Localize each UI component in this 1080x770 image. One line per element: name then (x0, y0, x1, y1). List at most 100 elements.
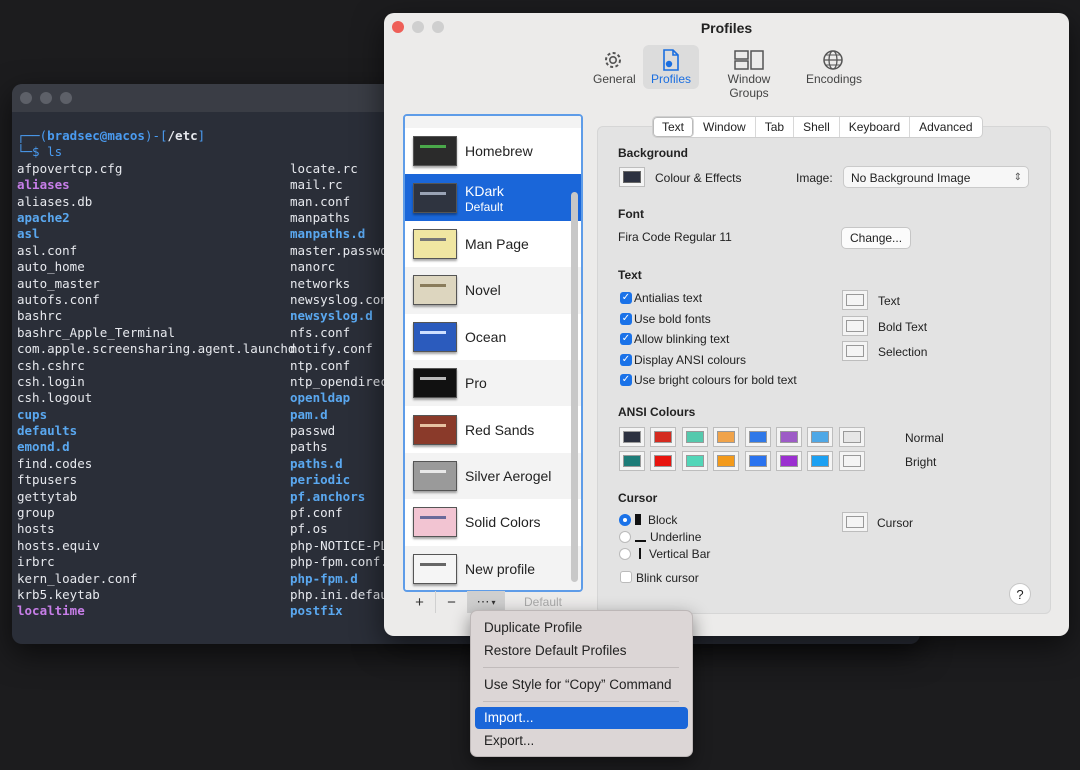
gear-icon (593, 48, 633, 72)
text-colour-well[interactable] (842, 290, 868, 310)
tab-advanced[interactable]: Advanced (910, 117, 981, 137)
menu-item-use-style-for-copy[interactable]: Use Style for “Copy” Command (475, 674, 688, 696)
directory-entry: pf.anchors (290, 488, 366, 504)
cursor-vertical-bar-radio[interactable] (619, 548, 631, 560)
remove-profile-button[interactable]: − (436, 591, 468, 613)
file-entry: locate.rc (290, 160, 358, 176)
zoom-button[interactable] (60, 92, 72, 104)
toolbar-encodings[interactable]: Encodings (800, 45, 866, 89)
checkbox-use-bold-fonts[interactable]: ✓ (620, 312, 632, 325)
directory-entry: manpaths.d (290, 226, 366, 242)
file-entry: group (17, 505, 55, 521)
colour-well-label: Selection (878, 345, 928, 360)
file-entry: com.apple.screensharing.agent.launchd (17, 341, 296, 357)
ansi-normal-colour-6[interactable] (807, 427, 834, 447)
directory-entry: apache2 (17, 209, 70, 225)
directory-entry: pam.d (290, 406, 328, 422)
profile-list[interactable]: Homebrew KDark Default Man Page Novel Ocean Pr… (403, 114, 583, 592)
profile-actions-menu: Duplicate Profile Restore Default Profil… (470, 610, 693, 757)
file-entry: auto_home (17, 259, 85, 275)
ansi-bright-colour-3[interactable] (713, 451, 740, 471)
ansi-bright-colour-5[interactable] (776, 451, 802, 471)
file-entry: krb5.keytab (17, 586, 100, 602)
toolbar-general[interactable]: General (587, 45, 639, 89)
background-colour-well[interactable] (619, 167, 645, 187)
ansi-bright-colour-7[interactable] (838, 451, 865, 471)
menu-item-restore-default-profiles[interactable]: Restore Default Profiles (475, 640, 688, 662)
file-entry: php-NOTICE-PLIST (290, 537, 390, 553)
toolbar-window-groups[interactable]: Window Groups (702, 45, 796, 100)
ansi-bright-colour-6[interactable] (807, 451, 834, 471)
toolbar-profiles[interactable]: Profiles (643, 45, 699, 89)
ansi-normal-colour-0[interactable] (619, 427, 645, 447)
profile-item-pro[interactable]: Pro (405, 359, 581, 407)
profile-thumbnail (413, 321, 457, 352)
tab-tab[interactable]: Tab (756, 117, 795, 137)
profile-item-man-page[interactable]: Man Page (405, 221, 581, 267)
ansi-normal-colour-1[interactable] (650, 427, 677, 447)
symlink-entry: localtime (17, 603, 85, 619)
profile-item-silver-aerogel[interactable]: Silver Aerogel (405, 452, 581, 500)
profiles-preferences-window[interactable]: Profiles General Profiles Window Groups … (384, 13, 1069, 636)
file-entry: nfs.conf (290, 324, 351, 340)
ansi-normal-colour-4[interactable] (744, 427, 771, 447)
file-column-2: locate.rc mail.rc man.conf manpaths manpaths… (290, 161, 390, 620)
symlink-entry: aliases (17, 177, 70, 193)
profile-item-red-sands[interactable]: Red Sands (405, 406, 581, 452)
profile-item-solid-colors[interactable]: Solid Colors (405, 499, 581, 545)
background-image-select[interactable]: No Background Image ⇕ (843, 166, 1029, 188)
checkbox-use-bright-colours-for-bold-text[interactable]: ✓ (620, 374, 632, 387)
ansi-bright-colour-1[interactable] (650, 451, 677, 471)
ansi-normal-colour-5[interactable] (776, 427, 802, 447)
checkbox-antialias-text[interactable]: ✓ (620, 292, 632, 304)
ansi-normal-colour-3[interactable] (713, 427, 740, 447)
selection-colour-well[interactable] (842, 341, 868, 362)
profile-item-ocean[interactable]: Ocean (405, 314, 581, 360)
file-column-1: afpovertcp.cfg aliases aliases.db apache2 as… (17, 161, 296, 620)
blink-cursor-checkbox[interactable] (620, 571, 632, 583)
checkbox-label: Display ANSI colours (634, 352, 747, 367)
profile-item-kdark[interactable]: KDark Default (405, 174, 581, 221)
cursor-colour-well[interactable] (842, 512, 868, 532)
tab-text[interactable]: Text (653, 117, 695, 137)
tab-window[interactable]: Window (694, 117, 756, 137)
profile-thumbnail (413, 414, 457, 445)
menu-item-duplicate-profile[interactable]: Duplicate Profile (475, 617, 688, 639)
tab-shell[interactable]: Shell (794, 117, 840, 137)
profile-thumbnail (413, 182, 457, 213)
close-button[interactable] (20, 92, 32, 104)
profile-item-novel[interactable]: Novel (405, 267, 581, 314)
profile-thumbnail (413, 136, 457, 167)
settings-tabs: Text Window Tab Shell Keyboard Advanced (652, 116, 983, 138)
file-entry: autofs.conf (17, 291, 100, 307)
help-button[interactable]: ? (1009, 583, 1031, 605)
ansi-bright-colour-2[interactable] (681, 451, 708, 471)
checkbox-display-ansi-colours[interactable]: ✓ (620, 353, 632, 366)
terminal-output[interactable]: ┌──(bradsec@macos)-[/etc] └─$ ls afpover… (17, 128, 390, 620)
profile-item-homebrew[interactable]: Homebrew (405, 128, 581, 174)
ansi-bright-colour-0[interactable] (619, 451, 645, 471)
menu-item-export[interactable]: Export... (475, 730, 688, 752)
tab-keyboard[interactable]: Keyboard (840, 117, 911, 137)
toolbar-label: Profiles (650, 72, 691, 86)
minimize-button[interactable] (40, 92, 52, 104)
checkbox-label: Use bold fonts (634, 311, 711, 326)
bold-text-colour-well[interactable] (842, 315, 868, 336)
toolbar-label: General (593, 72, 636, 86)
profile-thumbnail (413, 228, 457, 259)
change-font-button[interactable]: Change... (841, 227, 912, 249)
profile-item-new-profile[interactable]: New profile (405, 545, 581, 590)
directory-entry: newsyslog.d (290, 308, 373, 324)
menu-item-import[interactable]: Import... (475, 707, 688, 729)
colour-well-label: Text (878, 294, 901, 308)
ansi-normal-colour-2[interactable] (681, 427, 708, 447)
ansi-bright-colour-4[interactable] (744, 451, 771, 471)
ansi-normal-colour-7[interactable] (838, 427, 865, 447)
updown-chevron-icon: ⇕ (1013, 172, 1022, 183)
add-profile-button[interactable]: + (404, 591, 436, 613)
cursor-underline-radio[interactable] (619, 531, 631, 543)
cursor-block-radio[interactable] (619, 514, 631, 526)
list-scrollbar[interactable] (571, 192, 578, 582)
file-entry: php-fpm.conf.default (290, 554, 390, 570)
checkbox-allow-blinking-text[interactable]: ✓ (620, 333, 632, 346)
